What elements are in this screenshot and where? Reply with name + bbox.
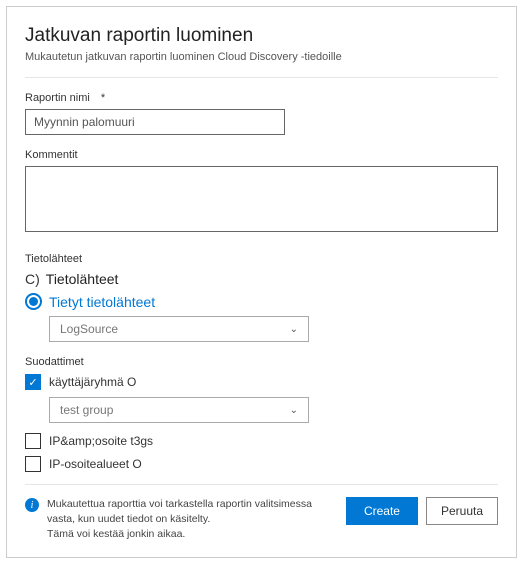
label-text: Raportin nimi <box>25 92 90 104</box>
cancel-button[interactable]: Peruuta <box>426 497 498 525</box>
radio-specific-sources[interactable]: Tietyt tietolähteet <box>25 293 498 310</box>
dialog-title: Jatkuvan raportin luominen <box>25 25 498 47</box>
report-name-input[interactable] <box>25 109 285 135</box>
chevron-down-icon: ⌄ <box>290 324 298 335</box>
info-line1: Mukautettua raporttia voi tarkastella ra… <box>47 497 334 527</box>
info-line2: Tämä voi kestää jonkin aikaa. <box>47 527 334 542</box>
required-star: * <box>101 92 105 104</box>
user-group-label: käyttäjäryhmä O <box>49 375 136 389</box>
report-name-label: Raportin nimi * <box>25 92 498 104</box>
radio-specific-label: Tietyt tietolähteet <box>49 294 155 310</box>
ip-tags-label: IP&amp;osoite t3gs <box>49 434 153 448</box>
comment-label: Kommentit <box>25 149 498 161</box>
ip-ranges-checkbox-row[interactable]: IP-osoitealueet O <box>25 456 498 472</box>
filters-label: Suodattimet <box>25 356 498 368</box>
dialog-subtitle: Mukautetun jatkuvan raportin luominen Cl… <box>25 51 498 63</box>
radio-prefix: C) <box>25 271 40 287</box>
checkbox-icon <box>25 433 41 449</box>
ip-ranges-label: IP-osoitealueet O <box>49 457 142 471</box>
user-group-checkbox-row[interactable]: ✓ käyttäjäryhmä O <box>25 374 498 390</box>
create-button[interactable]: Create <box>346 497 418 525</box>
checkbox-icon <box>25 456 41 472</box>
chevron-down-icon: ⌄ <box>290 405 298 416</box>
sources-label: Tietolähteet <box>25 253 498 265</box>
user-group-select[interactable]: test group ⌄ <box>49 397 309 423</box>
log-source-select[interactable]: LogSource ⌄ <box>49 316 309 342</box>
radio-all-sources[interactable]: C) Tietolähteet <box>25 271 498 287</box>
radio-all-label: Tietolähteet <box>46 271 119 287</box>
create-report-dialog: Jatkuvan raportin luominen Mukautetun ja… <box>6 6 517 558</box>
checkbox-checked-icon: ✓ <box>25 374 41 390</box>
select-value: test group <box>60 403 113 417</box>
ip-tags-checkbox-row[interactable]: IP&amp;osoite t3gs <box>25 433 498 449</box>
info-text: Mukautettua raporttia voi tarkastella ra… <box>47 497 334 543</box>
comment-textarea[interactable] <box>25 166 498 232</box>
divider <box>25 77 498 78</box>
radio-selected-icon <box>25 293 42 310</box>
info-icon: i <box>25 498 39 512</box>
dialog-footer: i Mukautettua raporttia voi tarkastella … <box>25 484 498 543</box>
select-value: LogSource <box>60 322 118 336</box>
footer-buttons: Create Peruuta <box>346 497 498 525</box>
